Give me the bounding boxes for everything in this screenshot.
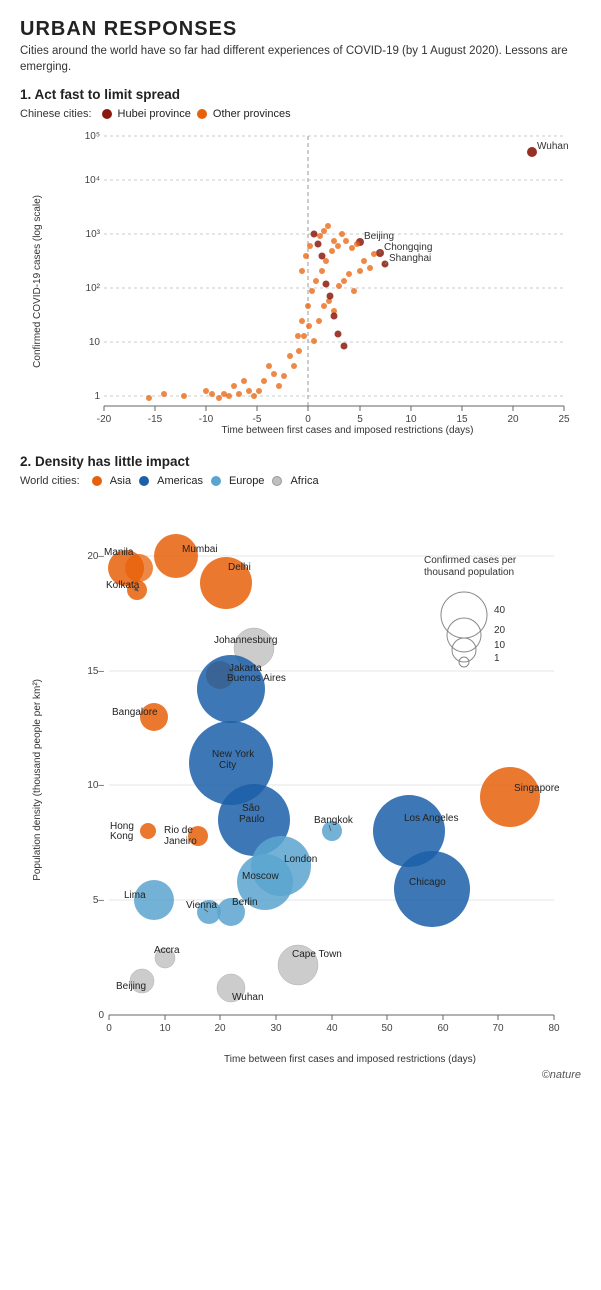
svg-text:20: 20 [494,625,506,636]
svg-text:20: 20 [214,1023,226,1034]
svg-text:15: 15 [456,414,468,425]
legend2-label-europe: Europe [229,475,264,487]
svg-text:Johannesburg: Johannesburg [214,635,277,646]
svg-text:30: 30 [270,1023,282,1034]
legend2-dot-asia [92,476,102,486]
chart1-svg: 1 10 10² 10³ 10⁴ 10⁵ -20 -15 -10 [64,126,584,436]
chart2: Population density (thousand people per … [20,495,581,1065]
legend-prefix-1: Chinese cities: [20,108,92,120]
svg-text:50: 50 [381,1023,393,1034]
svg-text:10²: 10² [86,283,101,294]
subtitle: Cities around the world have so far had … [20,43,581,75]
svg-text:70: 70 [492,1023,504,1034]
chart1-x-axis-label: Time between first cases and imposed res… [104,425,591,436]
svg-text:Rio de: Rio de [164,825,193,836]
chart2-svg: 0 5– 10– 15– 20– 0 10 20 30 40 50 [64,495,594,1065]
svg-text:20: 20 [507,414,519,425]
section2-legend: World cities: Asia Americas Europe Afric… [20,475,581,487]
chart1: Confirmed COVID-19 cases (log scale) [20,126,581,436]
legend-label-other: Other provinces [213,108,291,120]
svg-text:0: 0 [106,1023,112,1034]
chart2-x-axis-label: Time between first cases and imposed res… [109,1054,591,1065]
svg-text:5–: 5– [93,895,105,906]
svg-text:Berlin: Berlin [232,897,258,908]
svg-text:Vienna: Vienna [186,900,217,911]
svg-text:40: 40 [494,605,506,616]
section1-legend: Chinese cities: Hubei province Other pro… [20,108,581,120]
nature-logo: ©nature [20,1069,581,1081]
legend2-dot-americas [139,476,149,486]
svg-text:Chongqing: Chongqing [384,242,432,253]
svg-text:-10: -10 [199,414,214,425]
svg-text:Beijing: Beijing [116,981,146,992]
svg-text:0: 0 [305,414,311,425]
svg-text:40: 40 [326,1023,338,1034]
svg-text:1: 1 [94,391,100,402]
svg-text:25: 25 [558,414,570,425]
svg-text:-5: -5 [253,414,262,425]
svg-text:10⁵: 10⁵ [85,131,100,142]
svg-text:New York: New York [212,749,255,760]
svg-text:Bangkok: Bangkok [314,815,354,826]
svg-text:Kong: Kong [110,831,133,842]
svg-text:15–: 15– [87,666,104,677]
svg-text:10–: 10– [87,780,104,791]
svg-text:Accra: Accra [154,945,180,956]
svg-text:Beijing: Beijing [364,231,394,242]
svg-text:Shanghai: Shanghai [389,253,431,264]
legend-dot-hubei [102,109,112,119]
legend2-dot-europe [211,476,221,486]
svg-text:0: 0 [98,1010,104,1021]
svg-text:Manila: Manila [104,547,134,558]
svg-text:Paulo: Paulo [239,814,265,825]
svg-text:City: City [219,760,236,771]
svg-text:Singapore: Singapore [514,783,560,794]
svg-text:Lima: Lima [124,890,146,901]
svg-text:5: 5 [357,414,363,425]
svg-text:Chicago: Chicago [409,877,446,888]
svg-text:thousand population: thousand population [424,567,514,578]
svg-text:-15: -15 [148,414,163,425]
svg-text:Cape Town: Cape Town [292,949,342,960]
svg-text:Mumbai: Mumbai [182,544,218,555]
legend2-prefix: World cities: [20,475,80,487]
svg-text:Los Angeles: Los Angeles [404,813,459,824]
svg-text:Delhi: Delhi [228,562,251,573]
svg-text:10: 10 [494,640,506,651]
svg-text:60: 60 [437,1023,449,1034]
svg-text:Kolkata: Kolkata [106,580,140,591]
svg-text:Janeiro: Janeiro [164,836,197,847]
svg-text:Wuhan: Wuhan [232,992,264,1003]
svg-text:10: 10 [89,337,101,348]
svg-text:10³: 10³ [86,229,101,240]
chart1-y-axis-label: Confirmed COVID-19 cases (log scale) [32,195,43,368]
svg-text:São: São [242,803,260,814]
main-title: URBAN RESPONSES [20,18,581,40]
svg-text:20–: 20– [87,551,104,562]
section1-title: 1. Act fast to limit spread [20,87,581,102]
legend2-label-americas: Americas [157,475,203,487]
chart2-y-axis-label: Population density (thousand people per … [32,679,43,881]
legend2-label-africa: Africa [290,475,318,487]
section2-title: 2. Density has little impact [20,454,581,469]
svg-text:Wuhan: Wuhan [537,141,569,152]
svg-text:10⁴: 10⁴ [85,175,100,186]
svg-text:Confirmed cases per: Confirmed cases per [424,555,517,566]
svg-text:London: London [284,854,317,865]
legend2-label-asia: Asia [110,475,131,487]
legend-label-hubei: Hubei province [118,108,191,120]
legend-dot-other [197,109,207,119]
svg-text:10: 10 [405,414,417,425]
svg-text:1: 1 [494,653,500,664]
svg-text:80: 80 [548,1023,560,1034]
svg-text:Buenos Aires: Buenos Aires [227,673,286,684]
svg-text:Moscow: Moscow [242,871,279,882]
svg-text:-20: -20 [97,414,112,425]
svg-text:Bangalore: Bangalore [112,707,158,718]
legend2-dot-africa [272,476,282,486]
svg-text:10: 10 [159,1023,171,1034]
